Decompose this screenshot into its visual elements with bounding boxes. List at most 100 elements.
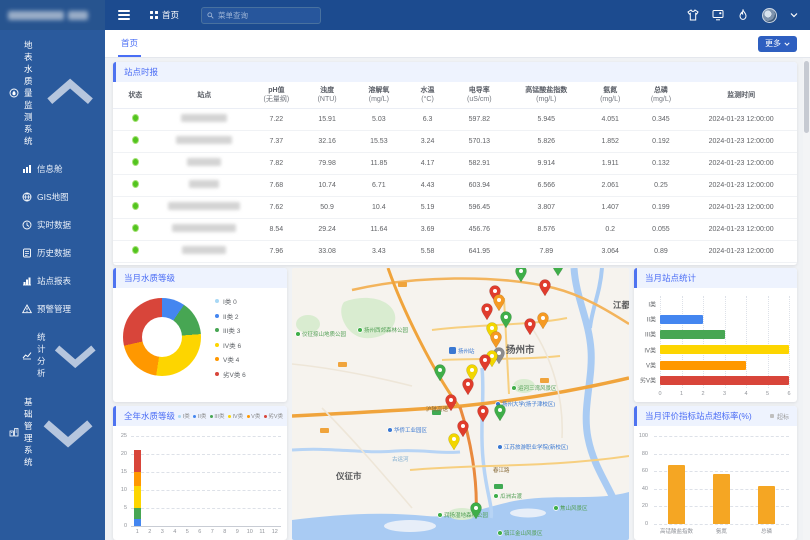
legend-label: 劣V类 (268, 412, 283, 420)
value-cell: 5.945 (509, 108, 584, 130)
gridline (654, 524, 789, 525)
exceed-legend: 超标 (770, 412, 789, 421)
month-station-panel: 当月站点统计 0123456I类II类III类IV类V类劣V类 (634, 268, 797, 402)
caret-down-icon[interactable] (790, 11, 798, 19)
status-cell (113, 196, 158, 218)
x-axis-tick: 5 (766, 391, 769, 397)
sidebar-item-实时数据[interactable]: 实时数据 (0, 211, 105, 239)
sidebar-item-label: 预警管理 (37, 303, 71, 315)
station-name-cell (158, 196, 251, 218)
gridline (131, 472, 281, 473)
station-name-redacted (189, 180, 219, 188)
user-avatar[interactable] (762, 8, 777, 23)
value-cell: 1.852 (584, 130, 637, 152)
caret-down-icon (784, 41, 790, 47)
fullscreen-icon[interactable] (712, 9, 724, 21)
table-row: 7.9633.083.435.58641.957.893.0640.892024… (113, 240, 797, 262)
tab-home[interactable]: 首页 (118, 30, 141, 57)
sidebar-item-GIS地图[interactable]: GIS地图 (0, 183, 105, 211)
value-cell: 0.2 (584, 218, 637, 240)
month-grade-legend: I类 0II类 2III类 3IV类 6V类 4劣V类 6 (215, 296, 246, 379)
map-marker-orange[interactable] (538, 313, 549, 330)
sidebar-item-label: 历史数据 (37, 247, 71, 259)
value-cell: 6.566 (509, 174, 584, 196)
collapse-menu-icon[interactable] (118, 10, 130, 20)
legend-item: I类 (178, 412, 190, 420)
sidebar: 地表水质量监测系统信息舱GIS地图实时数据历史数据站点报表预警管理统计分析基础管… (0, 0, 105, 540)
sidebar-group-基础管理系统[interactable]: 基础管理系统 (0, 387, 105, 476)
map-marker-red[interactable] (482, 304, 493, 321)
map-marker-orange[interactable] (494, 295, 505, 312)
map-poi-dot (498, 445, 503, 450)
y-axis-tick: 60 (634, 468, 648, 474)
legend-item: V类 4 (215, 354, 246, 364)
x-axis-tick: 5 (186, 529, 189, 535)
map[interactable]: 扬州市仪征市江都区仪征捺山地质公园扬州西郊森林公园运河三湾风景区瓜洲古渡焦山风景… (292, 268, 629, 540)
legend-label: 劣V类 6 (223, 369, 246, 379)
value-cell: 3.24 (405, 130, 450, 152)
value-cell: 3.69 (405, 218, 450, 240)
sidebar-item-统计分析[interactable]: 统计分析 (0, 323, 105, 387)
stacked-bar-segment (134, 450, 141, 472)
status-cell (113, 130, 158, 152)
theme-skin-icon[interactable] (687, 9, 699, 21)
map-marker-green[interactable] (495, 405, 506, 422)
map-canal-city (482, 368, 491, 518)
station-name-redacted (181, 114, 227, 122)
more-button[interactable]: 更多 (758, 36, 797, 52)
status-cell (113, 152, 158, 174)
exceed-rate-chart: 020406080100高锰酸盐指数氨氮总磷 (634, 426, 797, 540)
more-button-label: 更多 (765, 38, 781, 49)
map-marker-orange[interactable] (491, 332, 502, 349)
sidebar-item-label: 实时数据 (37, 219, 71, 231)
y-category-label: I类 (636, 299, 656, 308)
value-cell: 9.914 (509, 152, 584, 174)
month-station-chart: 0123456I类II类III类IV类V类劣V类 (634, 288, 797, 402)
station-name-cell (158, 152, 251, 174)
y-category-label: IV类 (636, 345, 656, 354)
map-marker-red[interactable] (478, 406, 489, 423)
map-station-label: 扬州站 (458, 347, 475, 355)
column-header-水温: 水温(°C) (405, 82, 450, 108)
search-input[interactable] (218, 11, 315, 20)
gridline (789, 296, 790, 388)
menu-search[interactable] (201, 7, 321, 24)
map-marker-red[interactable] (463, 379, 474, 396)
legend-item: II类 (193, 412, 206, 420)
status-cell (113, 174, 158, 196)
gridline (660, 296, 661, 388)
sidebar-item-信息舱[interactable]: 信息舱 (0, 155, 105, 183)
tabbar: 首页 更多 (105, 30, 810, 58)
sidebar-item-历史数据[interactable]: 历史数据 (0, 239, 105, 267)
x-axis-tick: 6 (787, 391, 790, 397)
legend-dot (215, 343, 219, 347)
sidebar-item-预警管理[interactable]: 预警管理 (0, 295, 105, 323)
map-marker-red[interactable] (540, 280, 551, 297)
value-cell: 5.826 (509, 130, 584, 152)
year-grade-panel: 全年水质等级 I类II类III类IV类V类劣V类 051015202512345… (113, 406, 287, 540)
map-poi-label: 华侨工业园区 (394, 426, 428, 434)
bar-总磷 (758, 486, 775, 524)
x-axis-tick: 8 (223, 529, 226, 535)
value-cell: 2024-01-23 12:00:00 (685, 108, 797, 130)
breadcrumb-home[interactable]: 首页 (150, 9, 179, 21)
gridline (746, 296, 747, 388)
value-cell: 597.82 (450, 108, 509, 130)
sidebar-group-地表水质量监测系统[interactable]: 地表水质量监测系统 (0, 30, 105, 155)
map-marker-green[interactable] (553, 268, 564, 276)
flame-icon[interactable] (737, 9, 749, 21)
map-marker-red[interactable] (525, 319, 536, 336)
y-axis-tick: 5 (113, 505, 127, 511)
map-marker-green[interactable] (435, 365, 446, 382)
sidebar-item-站点报表[interactable]: 站点报表 (0, 267, 105, 295)
value-cell: 33.08 (302, 240, 353, 262)
exceed-rate-panel: 当月评价指标站点超标率(%) 超标 020406080100高锰酸盐指数氨氮总磷 (634, 406, 797, 540)
scrollbar-thumb[interactable] (804, 61, 809, 133)
map-marker-yellow[interactable] (449, 434, 460, 451)
x-axis-tick: 总磷 (761, 527, 772, 535)
map-marker-green[interactable] (516, 268, 527, 282)
map-park-label: 扬州西郊森林公园 (364, 326, 409, 334)
station-name-cell (158, 130, 251, 152)
x-axis-tick: 0 (658, 391, 661, 397)
legend-item: 劣V类 (264, 412, 283, 420)
